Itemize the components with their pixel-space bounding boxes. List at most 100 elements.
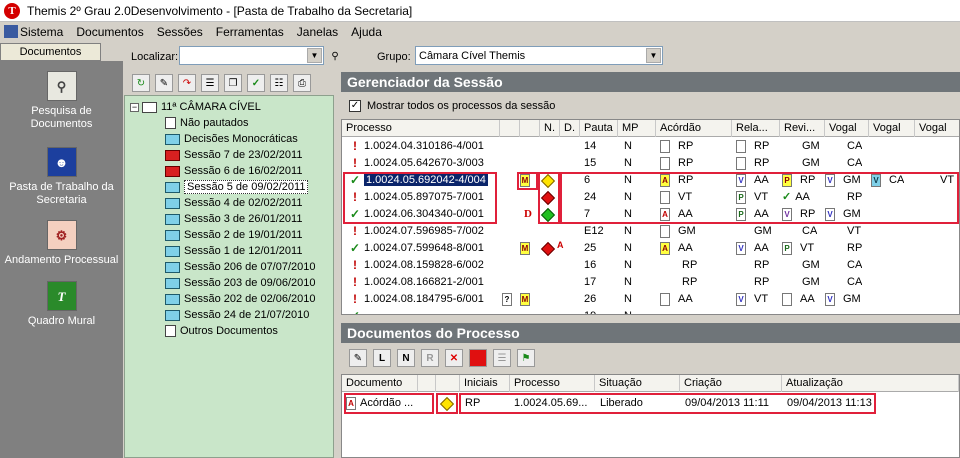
- col-criacao[interactable]: Criação: [680, 375, 782, 392]
- tree-root[interactable]: − 11ª CÂMARA CÍVEL: [130, 99, 261, 115]
- localizar-combo[interactable]: ▼: [179, 46, 324, 65]
- tree-node-outros[interactable]: Outros Documentos: [165, 323, 278, 339]
- copy-icon[interactable]: ❐: [224, 74, 242, 92]
- collapse-icon[interactable]: −: [130, 102, 139, 112]
- col-vogal-2[interactable]: Vogal: [869, 120, 915, 137]
- approve-check-icon[interactable]: ✓: [247, 74, 265, 92]
- col-pauta[interactable]: Pauta: [580, 120, 618, 137]
- green-flag-icon[interactable]: ⚑: [517, 349, 535, 367]
- nav-quadro-mural[interactable]: T Quadro Mural: [0, 281, 123, 328]
- col-n[interactable]: N.: [540, 120, 560, 137]
- tree-node-decisoes[interactable]: Decisões Monocráticas: [165, 131, 298, 147]
- show-all-label[interactable]: Mostrar todos os processos da sessão: [367, 100, 555, 112]
- judge-icon: [165, 133, 180, 145]
- process-row[interactable]: ✓ 1.0024.07.599648-8/001 M A 25 N A AA VA…: [342, 240, 959, 257]
- search-binoculars-icon[interactable]: ⚲: [326, 47, 344, 65]
- nav-pesquisa-documentos[interactable]: ⚲ Pesquisa de Documentos: [0, 71, 123, 131]
- col-atualizacao[interactable]: Atualização: [782, 375, 959, 392]
- process-row[interactable]: ✓ 19 N: [342, 308, 959, 314]
- row-revisor: GM: [802, 259, 820, 271]
- refresh-icon[interactable]: ↻: [132, 74, 150, 92]
- print-icon[interactable]: ⎙: [293, 74, 311, 92]
- nav-andamento-processual[interactable]: ⚙ Andamento Processual: [0, 220, 123, 267]
- pending-icon: !: [353, 156, 357, 170]
- process-row[interactable]: ! 1.0024.05.642670-3/003 15 N RP RP GM C…: [342, 155, 959, 172]
- col-blank-2[interactable]: [520, 120, 540, 137]
- col-relator[interactable]: Rela...: [732, 120, 780, 137]
- chevron-down-icon[interactable]: ▼: [307, 48, 322, 63]
- process-row[interactable]: ! 1.0024.05.897075-7/001 24 N VT P VT ✓ AA…: [342, 189, 959, 206]
- col-documento[interactable]: Documento: [342, 375, 418, 392]
- tree-node-sessao-3[interactable]: Sessão 3 de 26/01/2011: [165, 211, 302, 227]
- stack-icon[interactable]: ☰: [493, 349, 511, 367]
- show-all-checkbox[interactable]: ✓: [349, 100, 361, 112]
- col-doc-blank-1[interactable]: [418, 375, 436, 392]
- col-processo[interactable]: Processo: [510, 375, 595, 392]
- process-row[interactable]: ! 1.0024.08.166821-2/001 17 N RP RP GM C…: [342, 274, 959, 291]
- red-flag-icon: [540, 190, 556, 206]
- tree-node-sessao-202[interactable]: Sessão 202 de 02/06/2010: [165, 291, 316, 307]
- vertical-splitter[interactable]: [334, 70, 340, 458]
- move-document-icon[interactable]: ↷: [178, 74, 196, 92]
- col-revisor[interactable]: Revi...: [780, 120, 825, 137]
- col-acordao[interactable]: Acórdão: [656, 120, 732, 137]
- process-row-selected[interactable]: ✓ 1.0024.05.692042-4/004 M 6 N A RP V AA P…: [342, 172, 959, 189]
- stack-icon[interactable]: ☰: [201, 74, 219, 92]
- tree-node-nao-pautados[interactable]: Não pautados: [165, 115, 249, 131]
- process-row[interactable]: ! 1.0024.07.596985-7/002 E12 N GM GM CA …: [342, 223, 959, 240]
- nav-pasta-trabalho[interactable]: ☻ Pasta de Trabalho da Secretaria: [0, 147, 123, 207]
- tree-node-sessao-4[interactable]: Sessão 4 de 02/02/2011: [165, 195, 302, 211]
- menu-ajuda[interactable]: Ajuda: [351, 25, 382, 39]
- col-vogal-3[interactable]: Vogal: [915, 120, 959, 137]
- filter-n-button[interactable]: N: [397, 349, 415, 367]
- tree-node-sessao-24[interactable]: Sessão 24 de 21/07/2010: [165, 307, 309, 323]
- chevron-down-icon[interactable]: ▼: [646, 48, 661, 63]
- document-icon: [736, 139, 746, 153]
- row-vogal-2: V CA: [871, 172, 904, 189]
- tree-node-sessao-2[interactable]: Sessão 2 de 19/01/2011: [165, 227, 302, 243]
- tree-node-sessao-7[interactable]: Sessão 7 de 23/02/2011: [165, 147, 302, 163]
- session-icon: [165, 261, 180, 273]
- filter-r-button[interactable]: R: [421, 349, 439, 367]
- check-icon: ✓: [782, 191, 792, 203]
- menu-janelas[interactable]: Janelas: [297, 25, 338, 39]
- tree-node-sessao-1[interactable]: Sessão 1 de 12/01/2011: [165, 243, 302, 259]
- process-row[interactable]: ✓ 1.0024.06.304340-0/001 D 7 N A AA P AA V…: [342, 206, 959, 223]
- tree-node-sessao-5[interactable]: Sessão 5 de 09/02/2011: [165, 179, 309, 195]
- red-document-icon[interactable]: [469, 349, 487, 367]
- menu-documentos[interactable]: Documentos: [76, 25, 143, 39]
- col-processo[interactable]: Processo: [342, 120, 500, 137]
- process-row[interactable]: ! 1.0024.08.159828-6/002 16 N RP RP GM C…: [342, 257, 959, 274]
- col-blank-1[interactable]: [500, 120, 520, 137]
- tree-node-sessao-203[interactable]: Sessão 203 de 09/06/2010: [165, 275, 316, 291]
- menu-sessoes[interactable]: Sessões: [157, 25, 203, 39]
- grupo-value: Câmara Cível Themis: [419, 49, 526, 62]
- document-row[interactable]: A Acórdão ... RP 1.0024.05.69... Liberado…: [342, 395, 960, 412]
- note-icon[interactable]: ☷: [270, 74, 288, 92]
- filter-l-button[interactable]: L: [373, 349, 391, 367]
- row-revisor: P RP: [782, 172, 815, 189]
- process-row[interactable]: ! 1.0024.04.310186-4/001 14 N RP RP GM C…: [342, 138, 959, 155]
- menu-sistema[interactable]: Sistema: [20, 25, 63, 39]
- row-processo: 1.0024.05.692042-4/004: [364, 174, 488, 186]
- left-nav-header[interactable]: Documentos: [0, 43, 101, 61]
- row-vogal-3: VT: [940, 174, 955, 186]
- tree-node-sessao-6[interactable]: Sessão 6 de 16/02/2011: [165, 163, 302, 179]
- delete-icon[interactable]: ✕: [445, 349, 463, 367]
- col-situacao[interactable]: Situação: [595, 375, 680, 392]
- session-icon: [165, 213, 180, 225]
- process-row[interactable]: ! 1.0024.08.184795-6/001 ? M 26 N AA V VT…: [342, 291, 959, 308]
- new-document-icon[interactable]: ✎: [155, 74, 173, 92]
- tree-node-sessao-206[interactable]: Sessão 206 de 07/07/2010: [165, 259, 316, 275]
- yellow-flag-icon: [439, 396, 455, 412]
- grupo-combo[interactable]: Câmara Cível Themis ▼: [415, 46, 663, 65]
- col-iniciais[interactable]: Iniciais: [460, 375, 510, 392]
- new-document-icon[interactable]: ✎: [349, 349, 367, 367]
- col-vogal-1[interactable]: Vogal: [825, 120, 869, 137]
- col-doc-blank-2[interactable]: [436, 375, 460, 392]
- menu-ferramentas[interactable]: Ferramentas: [216, 25, 284, 39]
- title-bar: T Themis 2º Grau 2.0Desenvolvimento - [P…: [0, 0, 960, 22]
- col-mp[interactable]: MP: [618, 120, 656, 137]
- col-d[interactable]: D.: [560, 120, 580, 137]
- tree-node-label: Decisões Monocráticas: [184, 133, 298, 145]
